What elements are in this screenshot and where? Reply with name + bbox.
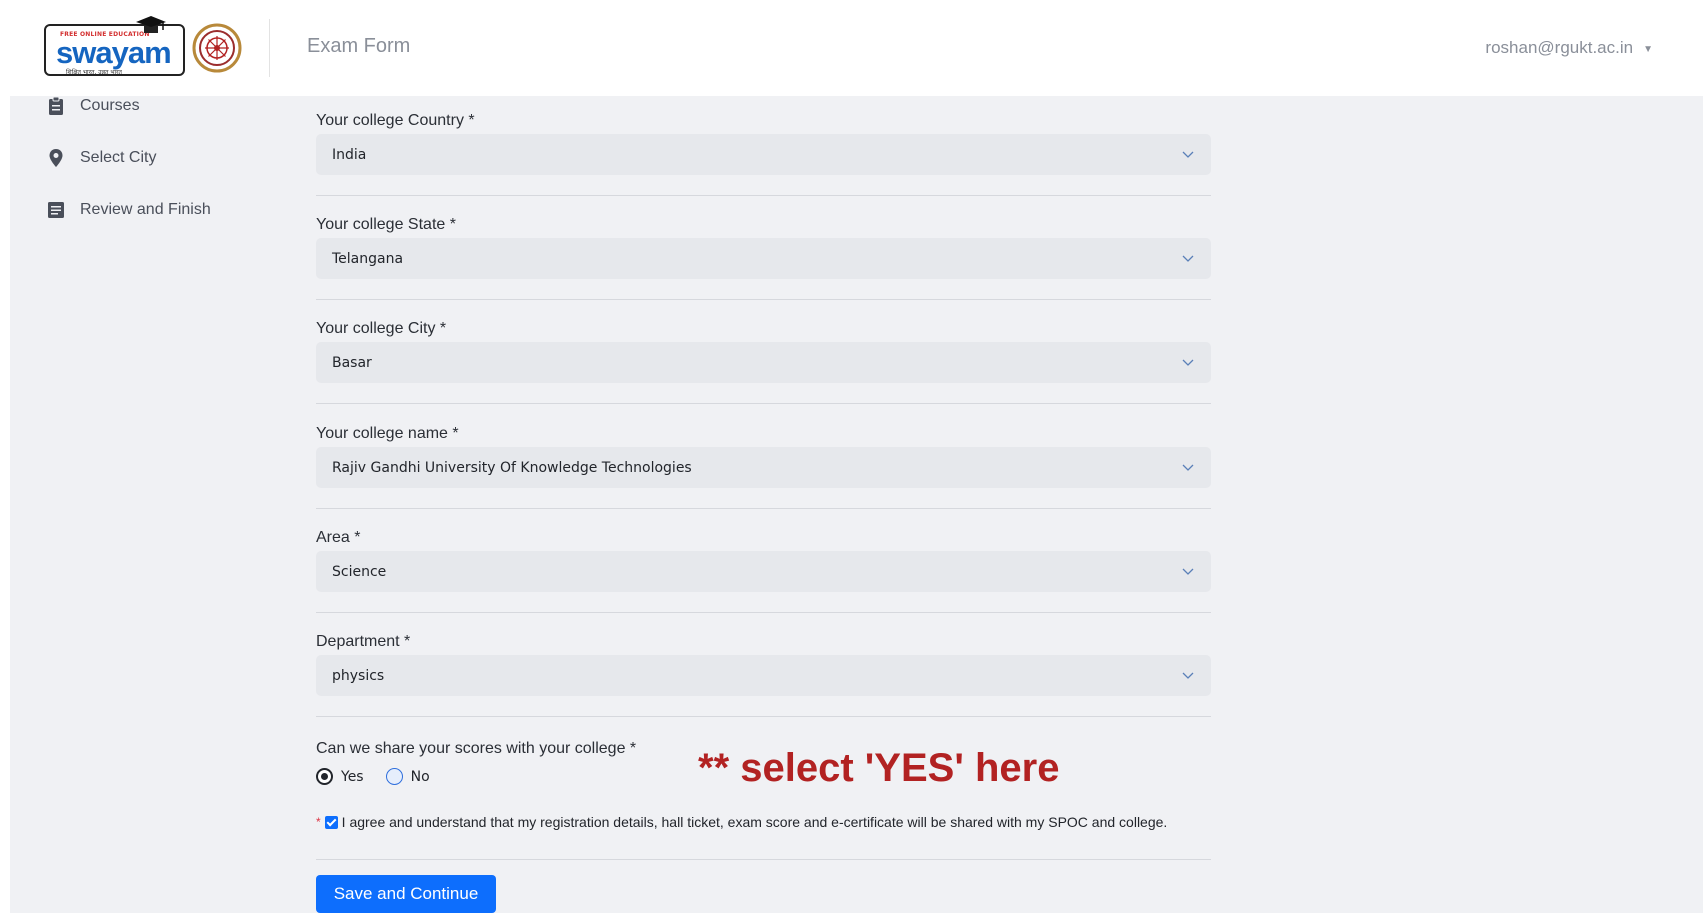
- radio-yes-label[interactable]: Yes: [341, 769, 364, 785]
- agreement-text: I agree and understand that my registrat…: [341, 814, 1168, 830]
- list-document-icon: [48, 202, 64, 218]
- field-college-state: Your college State * Telangana: [316, 216, 1211, 279]
- sidebar-item-label: Courses: [80, 97, 140, 114]
- share-scores-question: Can we share your scores with your colle…: [316, 740, 637, 757]
- radio-no-label[interactable]: No: [411, 769, 430, 785]
- caret-down-icon: ▼: [1643, 44, 1653, 55]
- chevron-down-icon: [1182, 568, 1194, 575]
- field-label: Your college Country *: [316, 112, 475, 129]
- divider: [316, 195, 1211, 196]
- user-menu[interactable]: roshan@rgukt.ac.in ▼: [1485, 38, 1653, 58]
- annotation-note: ** select 'YES' here: [698, 746, 1060, 790]
- chevron-down-icon: [1182, 151, 1194, 158]
- page-title: Exam Form: [307, 35, 411, 57]
- field-college-name: Your college name * Rajiv Gandhi Univers…: [316, 425, 1211, 488]
- divider: [316, 612, 1211, 613]
- header-divider: [269, 19, 270, 77]
- logo-text: swayam: [56, 35, 172, 70]
- chevron-down-icon: [1182, 464, 1194, 471]
- clipboard-icon: [49, 96, 63, 115]
- select-value: physics: [332, 667, 385, 684]
- share-scores-radio-group: Yes No: [316, 768, 444, 785]
- sidebar-item-select-city[interactable]: Select City: [46, 148, 156, 168]
- sidebar-item-review-and-finish[interactable]: Review and Finish: [46, 200, 211, 220]
- radio-no[interactable]: [385, 768, 403, 785]
- chevron-down-icon: [1182, 672, 1194, 679]
- user-email: roshan@rgukt.ac.in: [1485, 38, 1634, 57]
- field-label: Your college City *: [316, 320, 447, 337]
- field-college-city: Your college City * Basar: [316, 320, 1211, 383]
- college-city-select[interactable]: Basar: [316, 342, 1211, 383]
- field-label: Area *: [316, 529, 361, 546]
- save-and-continue-button[interactable]: Save and Continue: [316, 875, 496, 913]
- chevron-down-icon: [1182, 255, 1194, 262]
- college-country-select[interactable]: India: [316, 134, 1211, 175]
- radio-yes[interactable]: [316, 768, 333, 785]
- department-select[interactable]: physics: [316, 655, 1211, 696]
- field-college-country: Your college Country * India: [316, 112, 1211, 175]
- divider: [316, 403, 1211, 404]
- select-value: Telangana: [332, 250, 404, 267]
- field-label: Your college name *: [316, 425, 459, 442]
- divider: [316, 299, 1211, 300]
- field-label: Department *: [316, 633, 411, 650]
- location-pin-icon: [49, 149, 63, 167]
- select-value: India: [332, 146, 367, 163]
- swayam-logo[interactable]: FREE ONLINE EDUCATION swayam शिक्षित भार…: [44, 16, 244, 78]
- sidebar-item-label: Select City: [80, 149, 157, 166]
- left-margin: [0, 96, 10, 913]
- top-header: FREE ONLINE EDUCATION swayam शिक्षित भार…: [0, 0, 1703, 96]
- field-department: Department * physics: [316, 633, 1211, 696]
- area-select[interactable]: Science: [316, 551, 1211, 592]
- chevron-down-icon: [1182, 359, 1194, 366]
- divider: [316, 716, 1211, 717]
- sidebar-item-courses[interactable]: Courses: [46, 96, 140, 116]
- field-area: Area * Science: [316, 529, 1211, 592]
- sidebar-item-label: Review and Finish: [80, 201, 211, 218]
- exam-form-page: FREE ONLINE EDUCATION swayam शिक्षित भार…: [0, 0, 1703, 913]
- college-name-select[interactable]: Rajiv Gandhi University Of Knowledge Tec…: [316, 447, 1211, 488]
- emblem-icon: [192, 23, 242, 73]
- divider: [316, 859, 1211, 860]
- select-value: Science: [332, 563, 387, 580]
- agreement-checkbox[interactable]: [324, 815, 338, 829]
- divider: [316, 508, 1211, 509]
- college-state-select[interactable]: Telangana: [316, 238, 1211, 279]
- agreement-row: * I agree and understand that my registr…: [316, 814, 1167, 830]
- field-label: Your college State *: [316, 216, 456, 233]
- select-value: Rajiv Gandhi University Of Knowledge Tec…: [332, 459, 692, 476]
- logo-subtext: शिक्षित भारत, उन्नत भारत: [66, 69, 122, 76]
- select-value: Basar: [332, 354, 372, 371]
- required-star: *: [316, 815, 321, 829]
- graduation-cap-icon: [136, 16, 166, 33]
